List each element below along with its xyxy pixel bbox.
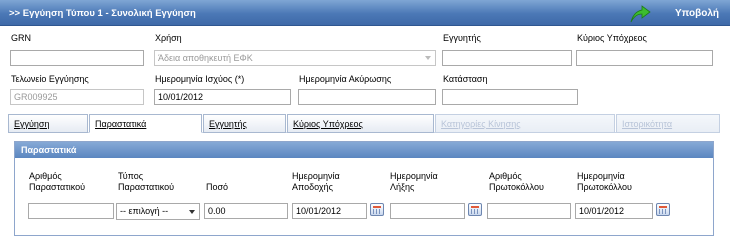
expiry-date-input[interactable]	[390, 203, 465, 219]
cancel-date-input[interactable]	[298, 89, 436, 105]
cancel-date-label: Ημερομηνία Ακύρωσης	[299, 74, 392, 84]
col-accept-date-line2: Αποδοχής	[292, 182, 333, 192]
accept-date-input[interactable]: 10/01/2012	[292, 203, 367, 219]
calendar-icon[interactable]	[370, 203, 384, 216]
col-accept-date: Ημερομηνία Αποδοχής	[292, 171, 340, 193]
principal-input[interactable]	[576, 50, 713, 66]
grn-input[interactable]	[10, 50, 144, 66]
calendar-icon[interactable]	[468, 203, 482, 216]
use-select[interactable]: Άδεια αποθηκευτή ΕΦΚ	[154, 50, 436, 66]
col-doc-number-line2: Παραστατικού	[29, 182, 86, 192]
valid-date-input[interactable]: 10/01/2012	[154, 89, 291, 105]
col-protocol-number: Αριθμός Πρωτοκόλλου	[489, 171, 544, 193]
valid-date-label: Ημερομηνία Ισχύος (*)	[155, 74, 245, 84]
tab-guarantor-label: Εγγυητής	[209, 119, 247, 129]
submit-button[interactable]: Υποβολή	[625, 2, 727, 24]
col-protocol-date-line1: Ημερομηνία	[577, 171, 625, 181]
documents-panel: Παραστατικά Αριθμός Παραστατικού Τύπος Π…	[14, 141, 714, 236]
protocol-number-input[interactable]	[487, 203, 571, 219]
guarantor-label: Εγγυητής	[443, 33, 481, 43]
tab-guarantor[interactable]: Εγγυητής	[203, 114, 286, 133]
green-arrow-icon	[630, 5, 651, 23]
col-expiry-date-line2: Λήξης	[390, 182, 415, 192]
panel-title: Παραστατικά	[15, 142, 713, 158]
col-doc-type-line2: Παραστατικού	[118, 182, 175, 192]
status-label: Κατάσταση	[443, 74, 488, 84]
tab-guarantee[interactable]: Εγγύηση	[8, 114, 88, 133]
protocol-date-input[interactable]: 10/01/2012	[575, 203, 653, 219]
guarantor-input[interactable]	[442, 50, 572, 66]
customs-input[interactable]: GR009925	[10, 89, 144, 105]
tab-history-label: Ιστορικότητα	[622, 119, 673, 129]
chevron-down-icon	[189, 210, 195, 214]
col-amount: Ποσό	[206, 182, 229, 192]
col-doc-number: Αριθμός Παραστατικού	[29, 171, 85, 193]
doc-number-input[interactable]	[28, 203, 114, 219]
tab-movement-categories: Κατηγορίες Κίνησης	[435, 114, 615, 133]
grn-label: GRN	[11, 33, 31, 43]
col-expiry-date: Ημερομηνία Λήξης	[390, 171, 438, 193]
tab-documents-label: Παραστατικά	[95, 119, 147, 129]
tab-movement-categories-label: Κατηγορίες Κίνησης	[441, 119, 521, 129]
doc-type-select-value: -- επιλογή --	[120, 206, 169, 216]
tab-principal-label: Κύριος Υπόχρεος	[293, 119, 363, 129]
customs-label: Τελωνείο Εγγύησης	[11, 74, 89, 84]
submit-label: Υποβολή	[675, 7, 720, 19]
col-protocol-number-line1: Αριθμός	[489, 171, 522, 181]
col-doc-type: Τύπος Παραστατικού	[118, 171, 174, 193]
tab-principal[interactable]: Κύριος Υπόχρεος	[287, 114, 434, 133]
tab-history: Ιστορικότητα	[616, 114, 720, 133]
status-input[interactable]	[442, 89, 578, 105]
col-protocol-date-line2: Πρωτοκόλλου	[577, 182, 632, 192]
col-accept-date-line1: Ημερομηνία	[292, 171, 340, 181]
col-expiry-date-line1: Ημερομηνία	[390, 171, 438, 181]
calendar-icon[interactable]	[656, 203, 670, 216]
tab-documents[interactable]: Παραστατικά	[89, 114, 202, 133]
tab-guarantee-label: Εγγύηση	[14, 119, 50, 129]
use-select-value: Άδεια αποθηκευτή ΕΦΚ	[158, 53, 253, 63]
amount-input[interactable]: 0.00	[204, 203, 288, 219]
use-label: Χρήση	[155, 33, 182, 43]
doc-type-select[interactable]: -- επιλογή --	[116, 203, 200, 220]
col-protocol-number-line2: Πρωτοκόλλου	[489, 182, 544, 192]
chevron-down-icon	[425, 56, 431, 60]
col-protocol-date: Ημερομηνία Πρωτοκόλλου	[577, 171, 632, 193]
page-title: >> Εγγύηση Τύπου 1 - Συνολική Εγγύηση	[9, 8, 196, 19]
col-doc-number-line1: Αριθμός	[29, 171, 62, 181]
col-doc-type-line1: Τύπος	[118, 171, 144, 181]
principal-label: Κύριος Υπόχρεος	[577, 33, 647, 43]
title-bar: >> Εγγύηση Τύπου 1 - Συνολική Εγγύηση Υπ…	[0, 0, 730, 26]
